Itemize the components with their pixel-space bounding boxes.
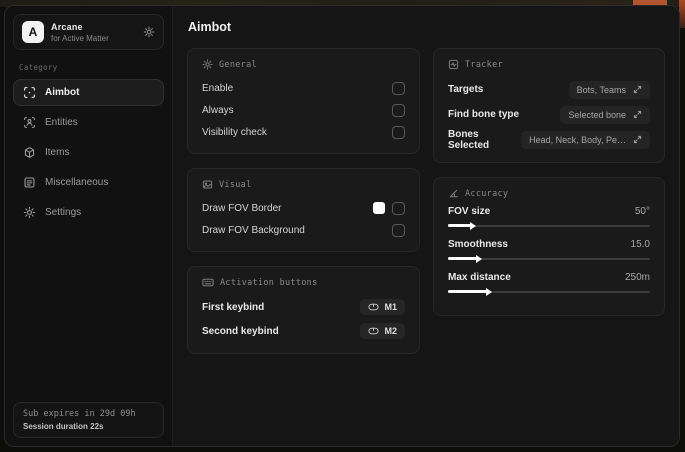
bones-selected-label: Bones Selected: [447, 128, 490, 151]
draw-fov-background-checkbox[interactable]: [391, 223, 405, 237]
enable-label: Enable: [202, 82, 234, 94]
always-label: Always: [202, 104, 234, 116]
visual-card-header: Visual: [202, 179, 405, 190]
enable-checkbox[interactable]: [391, 81, 405, 95]
expand-icon: [633, 135, 642, 144]
general-card: General Enable Always Visibility check: [187, 48, 420, 154]
mouse-icon: [368, 327, 380, 335]
sidebar-item-label: Aimbot: [45, 87, 80, 98]
max-distance-group: Max distance 250m: [447, 272, 650, 296]
main-content: Aimbot General Enable Always Visibility …: [173, 6, 679, 446]
slider-thumb[interactable]: [470, 221, 477, 230]
expand-icon: [633, 85, 642, 94]
activation-buttons-card: Activation buttons First keybind M1 Seco…: [187, 266, 420, 354]
brand-subtitle: for Active Matter: [51, 33, 109, 43]
general-card-header: General: [202, 59, 405, 70]
visual-card: Visual Draw FOV Border Draw FOV Backgrou…: [187, 168, 420, 252]
fov-size-slider[interactable]: [447, 221, 650, 230]
second-keybind-label: Second keybind: [202, 325, 279, 337]
miscellaneous-icon: [24, 177, 35, 188]
keyboard-icon: [202, 278, 214, 287]
visual-icon: [202, 180, 213, 189]
tracker-icon: [448, 59, 459, 70]
first-keybind-button[interactable]: M1: [360, 299, 405, 315]
sidebar-item-label: Entities: [45, 117, 78, 128]
items-icon: [24, 147, 35, 158]
draw-fov-border-label: Draw FOV Border: [202, 202, 282, 214]
always-checkbox[interactable]: [391, 103, 405, 117]
fov-size-group: FOV size 50°: [447, 206, 650, 230]
sidebar-item-miscellaneous[interactable]: Miscellaneous: [13, 169, 164, 196]
mouse-icon: [368, 303, 380, 311]
brand-card: A Arcane for Active Matter: [13, 14, 164, 50]
category-label: Category: [19, 63, 58, 72]
draw-fov-border-row: Draw FOV Border: [202, 197, 405, 219]
targets-select[interactable]: Bots, Teams: [568, 80, 650, 99]
aimbot-icon: [24, 87, 35, 98]
bones-selected-select[interactable]: Head, Neck, Body, Pe…: [521, 130, 650, 149]
brand-logo: A: [22, 21, 44, 43]
smoothness-group: Smoothness 15.0: [447, 239, 650, 263]
sub-expires-text: Sub expires in 29d 09h: [23, 409, 136, 419]
slider-thumb[interactable]: [486, 287, 493, 296]
entities-icon: [24, 117, 35, 128]
sidebar-item-label: Settings: [45, 207, 82, 218]
find-bone-type-select[interactable]: Selected bone: [560, 105, 650, 124]
second-keybind-row: Second keybind M2: [202, 319, 405, 343]
enable-row: Enable: [202, 77, 405, 99]
bones-selected-row: Bones Selected Head, Neck, Body, Pe…: [448, 127, 650, 152]
sidebar-item-items[interactable]: Items: [13, 139, 164, 166]
always-row: Always: [202, 99, 405, 121]
targets-label: Targets: [447, 84, 484, 95]
sidebar-item-label: Items: [45, 147, 70, 158]
sidebar-item-entities[interactable]: Entities: [13, 109, 164, 136]
visibility-check-row: Visibility check: [202, 121, 405, 143]
visibility-check-label: Visibility check: [202, 126, 267, 138]
draw-fov-border-checkbox[interactable]: [391, 201, 405, 215]
sidebar-item-settings[interactable]: Settings: [13, 199, 164, 226]
find-bone-type-row: Find bone type Selected bone: [448, 102, 650, 127]
expand-icon: [633, 110, 642, 119]
brand-title: Arcane: [51, 21, 83, 32]
visibility-check-checkbox[interactable]: [391, 125, 405, 139]
fov-size-value: 50°: [634, 206, 650, 217]
draw-fov-background-row: Draw FOV Background: [202, 219, 405, 241]
angle-icon: [449, 189, 459, 198]
smoothness-slider[interactable]: [447, 254, 650, 263]
first-keybind-row: First keybind M1: [202, 295, 405, 319]
max-distance-label: Max distance: [447, 272, 511, 283]
sidebar-item-aimbot[interactable]: Aimbot: [13, 79, 164, 106]
smoothness-label: Smoothness: [447, 239, 508, 250]
tracker-card-header: Tracker: [448, 59, 650, 70]
fov-border-color-swatch[interactable]: [372, 202, 385, 214]
page-title: Aimbot: [188, 20, 232, 34]
menu-window: A Arcane for Active Matter Category Aimb…: [4, 5, 680, 447]
targets-row: Targets Bots, Teams: [448, 77, 650, 102]
sidebar: A Arcane for Active Matter Category Aimb…: [5, 6, 173, 446]
brand-text: Arcane for Active Matter: [51, 22, 109, 43]
sidebar-item-label: Miscellaneous: [45, 177, 109, 188]
general-icon: [202, 59, 213, 70]
find-bone-type-label: Find bone type: [447, 109, 520, 120]
settings-gear-icon[interactable]: [143, 26, 155, 38]
activation-card-header: Activation buttons: [202, 277, 405, 288]
second-keybind-button[interactable]: M2: [360, 323, 405, 339]
accuracy-card: Accuracy FOV size 50° Smoothness 15.0 Ma…: [432, 177, 665, 316]
fov-size-label: FOV size: [447, 206, 491, 217]
accuracy-card-header: Accuracy: [448, 188, 650, 199]
max-distance-slider[interactable]: [447, 287, 650, 296]
first-keybind-label: First keybind: [202, 301, 265, 313]
draw-fov-background-label: Draw FOV Background: [202, 224, 305, 236]
session-duration-text: Session duration 22s: [23, 422, 104, 431]
slider-thumb[interactable]: [476, 254, 483, 263]
smoothness-value: 15.0: [630, 239, 650, 250]
tracker-card: Tracker Targets Bots, Teams Find bone ty…: [432, 48, 665, 163]
settings-icon: [23, 206, 36, 219]
max-distance-value: 250m: [624, 272, 650, 283]
subscription-info: Sub expires in 29d 09h Session duration …: [13, 402, 164, 438]
